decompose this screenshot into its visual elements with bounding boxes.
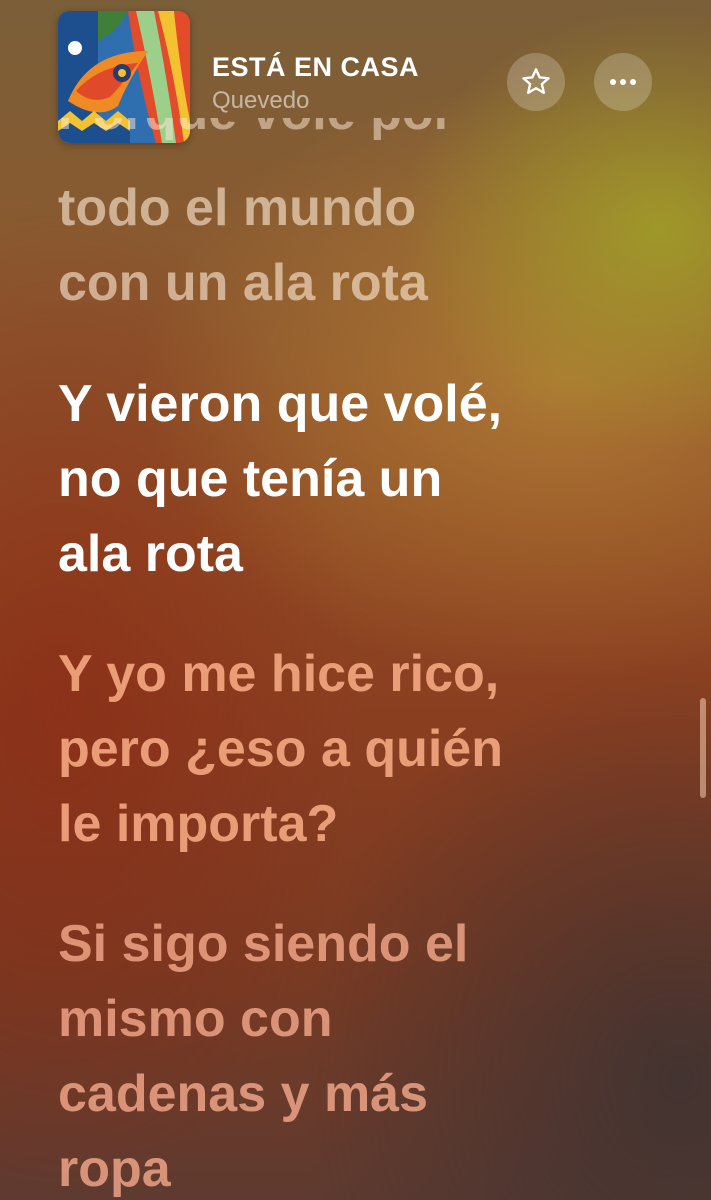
lyric-line-later[interactable]: cadenas y más [58, 1058, 428, 1131]
track-info[interactable]: ESTÁ EN CASA Quevedo [212, 50, 419, 116]
favorite-button[interactable] [507, 53, 565, 111]
lyric-line-current[interactable]: ala rota [58, 518, 243, 591]
lyric-line-later[interactable]: mismo con [58, 983, 333, 1056]
lyric-line-previous-partial[interactable]: Porque volé por [58, 118, 454, 158]
star-icon [522, 68, 550, 94]
lyric-text: Porque volé por [58, 118, 454, 149]
lyric-line-later[interactable]: Si sigo siendo el [58, 908, 468, 981]
lyric-line-next[interactable]: le importa? [58, 788, 338, 861]
lyric-line-current[interactable]: no que tenía un [58, 443, 442, 516]
lyrics-scrollbar[interactable] [700, 698, 706, 798]
lyric-line-previous[interactable]: todo el mundo [58, 172, 416, 245]
lyric-line-next[interactable]: pero ¿eso a quién [58, 713, 503, 786]
more-options-button[interactable] [594, 53, 652, 111]
track-artist[interactable]: Quevedo [212, 86, 419, 116]
track-title: ESTÁ EN CASA [212, 52, 420, 82]
lyric-line-current[interactable]: Y vieron que volé, [58, 368, 502, 441]
lyric-line-previous[interactable]: con un ala rota [58, 247, 428, 320]
lyric-line-next[interactable]: Y yo me hice rico, [58, 638, 499, 711]
ellipsis-icon [610, 79, 636, 85]
lyric-line-later[interactable]: ropa [58, 1133, 171, 1200]
